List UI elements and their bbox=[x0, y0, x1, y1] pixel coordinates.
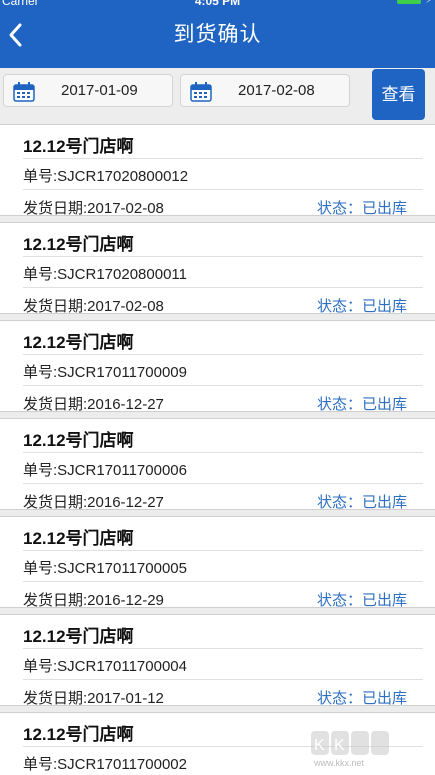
divider bbox=[23, 452, 423, 453]
store-name: 12.12号门店啊 bbox=[23, 529, 134, 548]
order-number: 单号:SJCR17011700005 bbox=[23, 560, 187, 577]
watermark-icon: K K www.kkx.net bbox=[311, 731, 389, 768]
ship-date: 发货日期:2016-12-27 bbox=[23, 494, 164, 511]
status-label: 状态：已出库 bbox=[316, 200, 407, 217]
order-number: 单号:SJCR17011700006 bbox=[23, 462, 187, 479]
status-label: 状态：已出库 bbox=[316, 690, 407, 707]
order-card[interactable]: 12.12号门店啊 单号:SJCR17020800011 发货日期:2017-0… bbox=[0, 222, 435, 315]
nav-bar: Carrier 4:05 PM ⚡ 到货确认 bbox=[0, 0, 435, 68]
page-title: 到货确认 bbox=[173, 23, 262, 46]
ship-date: 发货日期:2017-01-12 bbox=[23, 690, 164, 707]
svg-text:K: K bbox=[314, 737, 325, 754]
divider bbox=[23, 679, 423, 680]
calendar-icon bbox=[13, 82, 35, 102]
store-name: 12.12号门店啊 bbox=[23, 627, 134, 646]
store-name: 12.12号门店啊 bbox=[23, 431, 134, 450]
calendar-icon bbox=[190, 82, 212, 102]
divider bbox=[23, 158, 423, 159]
divider bbox=[23, 354, 423, 355]
end-date-field[interactable]: 2017-02-08 bbox=[180, 74, 350, 107]
ship-date: 发货日期:2017-02-08 bbox=[23, 200, 164, 217]
battery-icon bbox=[397, 0, 421, 4]
order-number: 单号:SJCR17011700002 bbox=[23, 756, 187, 773]
divider bbox=[23, 256, 423, 257]
divider bbox=[23, 648, 423, 649]
date-filter-bar: 2017-01-09 2017-02-08 查看 bbox=[0, 68, 435, 124]
order-card[interactable]: 12.12号门店啊 单号:SJCR17020800012 发货日期:2017-0… bbox=[0, 124, 435, 217]
order-number: 单号:SJCR17020800011 bbox=[23, 266, 187, 283]
divider bbox=[23, 550, 423, 551]
ship-date: 发货日期:2016-12-29 bbox=[23, 592, 164, 609]
order-card[interactable]: 12.12号门店啊 单号:SJCR17011700009 发货日期:2016-1… bbox=[0, 320, 435, 413]
store-name: 12.12号门店啊 bbox=[23, 235, 134, 254]
order-card[interactable]: 12.12号门店啊 单号:SJCR17011700006 发货日期:2016-1… bbox=[0, 418, 435, 511]
svg-text:K: K bbox=[334, 737, 345, 754]
order-number: 单号:SJCR17020800012 bbox=[23, 168, 189, 185]
start-date-field[interactable]: 2017-01-09 bbox=[3, 74, 173, 107]
watermark-logo: K K www.kkx.net bbox=[309, 729, 429, 769]
order-card[interactable]: 12.12号门店啊 单号:SJCR17011700004 发货日期:2017-0… bbox=[0, 614, 435, 707]
status-label: 状态：已出库 bbox=[316, 396, 407, 413]
charging-icon: ⚡ bbox=[425, 0, 433, 6]
store-name: 12.12号门店啊 bbox=[23, 137, 134, 156]
start-date-value: 2017-01-09 bbox=[61, 82, 138, 99]
end-date-value: 2017-02-08 bbox=[238, 82, 315, 99]
ship-date: 发货日期:2017-02-08 bbox=[23, 298, 164, 315]
divider bbox=[23, 581, 423, 582]
status-label: 状态：已出库 bbox=[316, 494, 407, 511]
order-card[interactable]: 12.12号门店啊 单号:SJCR17011700005 发货日期:2016-1… bbox=[0, 516, 435, 609]
status-bar: Carrier 4:05 PM ⚡ bbox=[0, 0, 435, 8]
store-name: 12.12号门店啊 bbox=[23, 725, 134, 744]
clock: 4:05 PM bbox=[194, 0, 241, 8]
divider bbox=[23, 287, 423, 288]
order-number: 单号:SJCR17011700009 bbox=[23, 364, 187, 381]
order-number: 单号:SJCR17011700004 bbox=[23, 658, 187, 675]
divider bbox=[23, 189, 423, 190]
svg-text:www.kkx.net: www.kkx.net bbox=[313, 758, 365, 768]
status-label: 状态：已出库 bbox=[316, 592, 407, 609]
store-name: 12.12号门店啊 bbox=[23, 333, 134, 352]
divider bbox=[23, 385, 423, 386]
ship-date: 发货日期:2016-12-27 bbox=[23, 396, 164, 413]
query-button[interactable]: 查看 bbox=[372, 69, 425, 120]
status-label: 状态：已出库 bbox=[316, 298, 407, 315]
divider bbox=[23, 483, 423, 484]
